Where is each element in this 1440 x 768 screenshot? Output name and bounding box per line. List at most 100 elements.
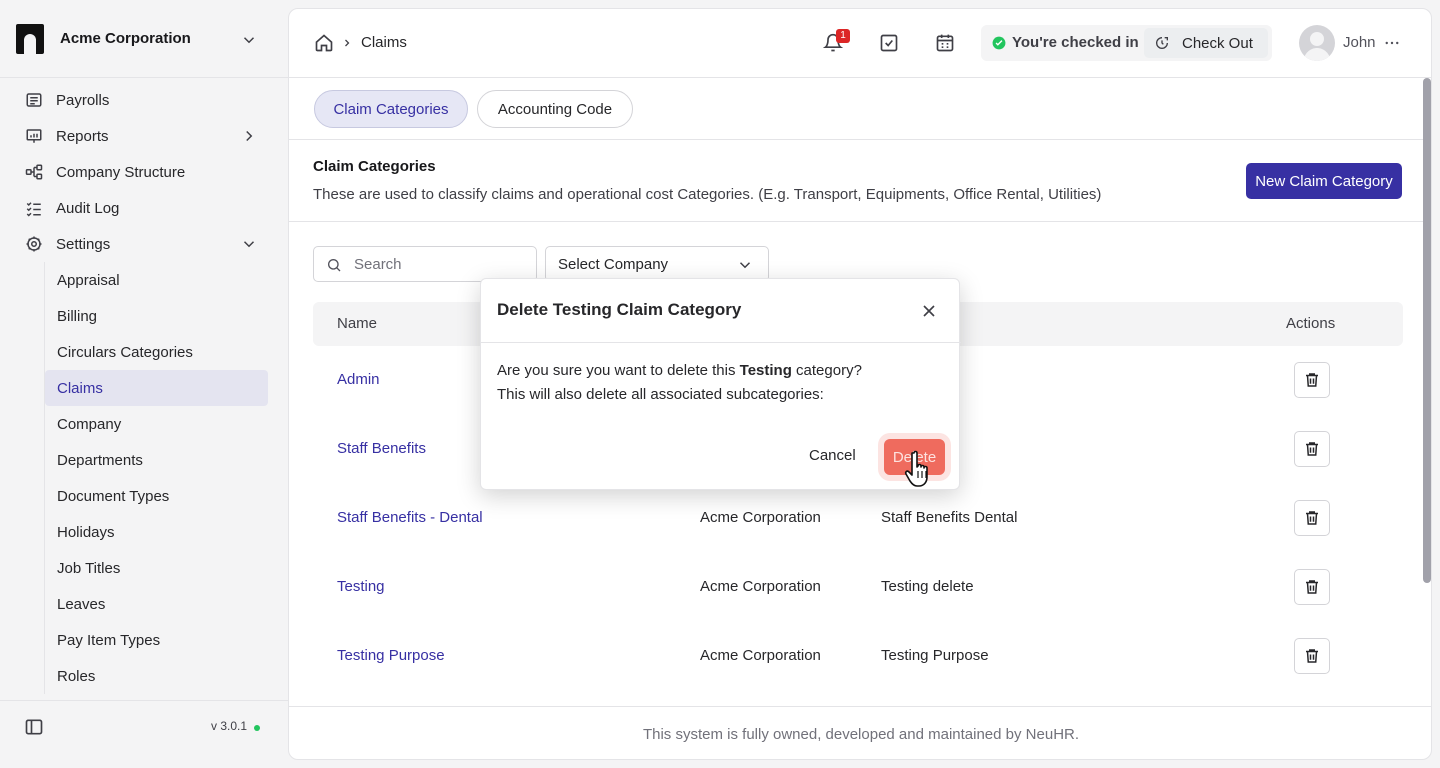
row-name-link[interactable]: Staff Benefits — [337, 440, 426, 457]
clock-out-icon — [1156, 37, 1168, 49]
tabs: Claim Categories Accounting Code — [289, 78, 1423, 140]
topbar: Claims 1 You're checked in Check Out Joh… — [289, 9, 1431, 78]
delete-row-button[interactable] — [1294, 569, 1330, 605]
company-switcher[interactable]: Acme Corporation — [0, 0, 288, 78]
row-name-link[interactable]: Testing — [337, 578, 385, 595]
subnav-item-billing[interactable]: Billing — [45, 298, 268, 334]
row-name-link[interactable]: Admin — [337, 371, 380, 388]
company-select[interactable]: Select Company — [545, 246, 769, 282]
app-logo — [16, 23, 44, 54]
checklist-icon — [24, 198, 44, 218]
tab-accounting-code[interactable]: Accounting Code — [477, 90, 633, 128]
delete-row-button[interactable] — [1294, 638, 1330, 674]
calendar-icon[interactable] — [935, 33, 955, 53]
sidebar-item-audit-log[interactable]: Audit Log — [12, 190, 272, 226]
trash-icon — [1306, 442, 1318, 456]
check-circle-icon — [992, 36, 1006, 50]
hierarchy-icon — [24, 162, 44, 182]
trash-icon — [1306, 649, 1318, 663]
section-title: Claim Categories — [313, 158, 436, 175]
subnav-item-pay-item-types[interactable]: Pay Item Types — [45, 622, 268, 658]
sidebar-item-label: Reports — [56, 127, 109, 145]
dialog-message: Are you sure you want to delete this Tes… — [497, 359, 947, 407]
subnav-item-circulars-categories[interactable]: Circulars Categories — [45, 334, 268, 370]
sidebar-toggle-icon[interactable] — [24, 717, 44, 737]
user-name[interactable]: John — [1343, 34, 1376, 51]
avatar[interactable] — [1299, 25, 1335, 61]
search-icon — [328, 259, 341, 272]
cancel-button[interactable]: Cancel — [809, 447, 856, 464]
home-icon[interactable] — [314, 33, 334, 53]
message-text: category? — [791, 362, 862, 379]
section-description: These are used to classify claims and op… — [313, 186, 1102, 203]
sidebar-item-label: Company Structure — [56, 163, 186, 181]
app-version: v 3.0.1 — [211, 719, 248, 733]
subnav-item-job-titles[interactable]: Job Titles — [45, 550, 268, 586]
more-horizontal-icon[interactable] — [1383, 34, 1401, 52]
new-claim-category-button[interactable]: New Claim Category — [1246, 163, 1402, 199]
sidebar-item-payrolls[interactable]: Payrolls — [12, 82, 272, 118]
row-company: Acme Corporation — [700, 578, 821, 595]
sidebar-item-label: Audit Log — [56, 199, 120, 217]
subnav-item-departments[interactable]: Departments — [45, 442, 268, 478]
row-company: Acme Corporation — [700, 647, 821, 664]
row-name-link[interactable]: Staff Benefits - Dental — [337, 509, 483, 526]
tab-claim-categories[interactable]: Claim Categories — [314, 90, 468, 128]
sidebar-item-reports[interactable]: Reports — [12, 118, 272, 154]
table-row: Testing Acme Corporation Testing delete — [313, 553, 1403, 622]
sidebar-item-label: Settings — [56, 235, 111, 253]
company-select-value: Select Company — [558, 255, 669, 273]
dialog-message-line-1: Are you sure you want to delete this Tes… — [497, 359, 947, 383]
receipt-icon — [24, 90, 44, 110]
close-icon[interactable] — [919, 301, 939, 321]
subnav-item-company[interactable]: Company — [45, 406, 268, 442]
subnav-item-claims[interactable]: Claims — [45, 370, 268, 406]
breadcrumb: Claims — [361, 34, 407, 51]
page-footer: This system is fully owned, developed an… — [289, 706, 1431, 759]
settings-subnav: Appraisal Billing Circulars Categories C… — [44, 262, 268, 694]
company-name: Acme Corporation — [60, 30, 191, 47]
message-text: Are you sure you want to delete this — [497, 362, 740, 379]
presentation-icon — [24, 126, 44, 146]
checkin-status: You're checked in Check Out — [981, 25, 1272, 61]
delete-confirm-dialog: Delete Testing Claim Category Are you su… — [480, 278, 961, 490]
dialog-title: Delete Testing Claim Category — [497, 300, 742, 319]
trash-icon — [1306, 511, 1318, 525]
chevron-down-icon — [243, 241, 255, 248]
dialog-message-line-2: This will also delete all associated sub… — [497, 386, 824, 403]
row-description: Staff Benefits Dental — [881, 509, 1018, 526]
row-name-link[interactable]: Testing Purpose — [337, 647, 445, 664]
sidebar-item-settings[interactable]: Settings — [12, 226, 272, 262]
section-header: Claim Categories These are used to class… — [289, 140, 1423, 222]
column-header-actions: Actions — [1286, 315, 1336, 332]
row-description: Testing delete — [881, 578, 974, 595]
task-check-icon[interactable] — [879, 33, 899, 53]
chevron-down-icon[interactable] — [240, 31, 258, 49]
hand-cursor-icon — [904, 450, 928, 487]
delete-row-button[interactable] — [1294, 500, 1330, 536]
sidebar: Acme Corporation Payrolls Reports Compan… — [0, 0, 288, 768]
status-dot — [254, 725, 260, 731]
subnav-item-appraisal[interactable]: Appraisal — [45, 262, 268, 298]
subnav-item-document-types[interactable]: Document Types — [45, 478, 268, 514]
check-out-label: Check Out — [1182, 34, 1253, 52]
trash-icon — [1306, 373, 1318, 387]
gear-icon — [24, 234, 44, 254]
subnav-item-holidays[interactable]: Holidays — [45, 514, 268, 550]
checkin-status-text: You're checked in — [1012, 34, 1139, 51]
sidebar-item-company-structure[interactable]: Company Structure — [12, 154, 272, 190]
notification-badge: 1 — [836, 29, 850, 43]
check-out-button[interactable]: Check Out — [1144, 28, 1268, 58]
chevron-down-icon — [739, 262, 751, 269]
chevron-right-icon — [345, 39, 350, 47]
subnav-item-roles[interactable]: Roles — [45, 658, 268, 694]
message-category-name: Testing — [739, 362, 792, 379]
scrollbar[interactable] — [1423, 78, 1431, 583]
subnav-item-leaves[interactable]: Leaves — [45, 586, 268, 622]
table-row: Staff Benefits - Dental Acme Corporation… — [313, 484, 1403, 553]
trash-icon — [1306, 580, 1318, 594]
search-input[interactable] — [354, 253, 524, 275]
user-icon — [1303, 32, 1331, 61]
delete-row-button[interactable] — [1294, 362, 1330, 398]
delete-row-button[interactable] — [1294, 431, 1330, 467]
